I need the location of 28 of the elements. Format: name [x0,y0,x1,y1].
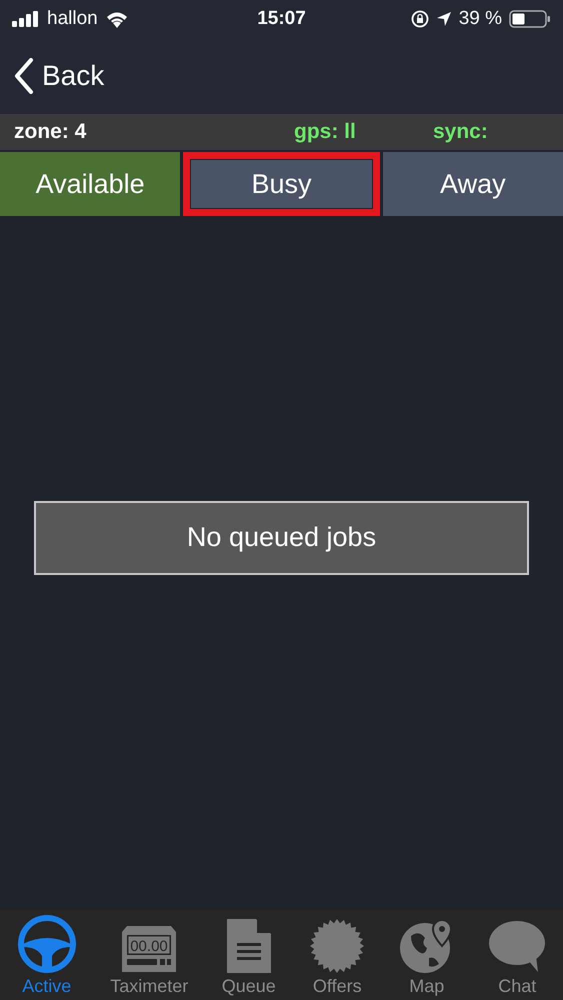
rotation-lock-icon [410,10,429,28]
battery-percent: 39 % [458,8,502,30]
wifi-icon [104,10,129,28]
status-segment[interactable]: Away [382,152,563,216]
seal-icon [309,918,366,974]
tab-bar-item[interactable]: Active [14,914,79,997]
speech-bubble-icon [488,920,546,974]
zone-label: zone: 4 [14,120,88,144]
tab-bar-item[interactable]: Queue [220,918,278,997]
sync-label: sync: [433,120,489,144]
clock-time: 15:07 [257,8,306,30]
empty-queue-message: No queued jobs [34,500,529,574]
taximeter-icon: 00.00 [121,924,178,974]
steering-wheel-icon [16,914,77,974]
tab-bar-item[interactable]: Offers [307,918,368,997]
back-button[interactable]: Back [14,58,104,94]
battery-icon [509,10,552,28]
tab-bar-item[interactable]: Chat [486,920,548,997]
status-segment[interactable]: Available [0,152,180,216]
status-segment[interactable]: Busy [191,160,372,208]
tab-bar-item[interactable]: Map [396,918,457,997]
tab-bar-item[interactable]: 00.00 Taximeter [108,924,190,997]
location-arrow-icon [436,11,452,27]
gps-label: gps: ll [294,120,357,144]
chevron-left-icon [14,58,34,94]
signal-icon [12,11,40,27]
carrier-name: hallon [47,8,98,30]
document-icon [226,918,272,974]
